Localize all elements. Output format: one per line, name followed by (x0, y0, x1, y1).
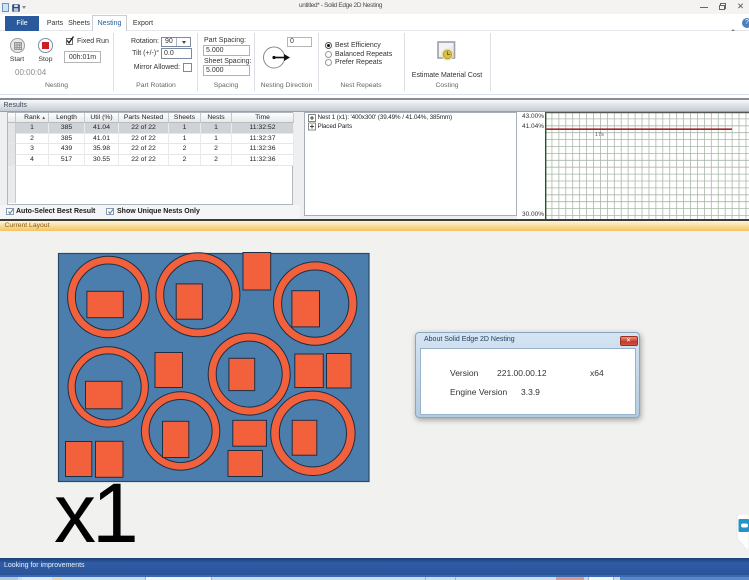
svg-text:17s: 17s (595, 132, 604, 138)
